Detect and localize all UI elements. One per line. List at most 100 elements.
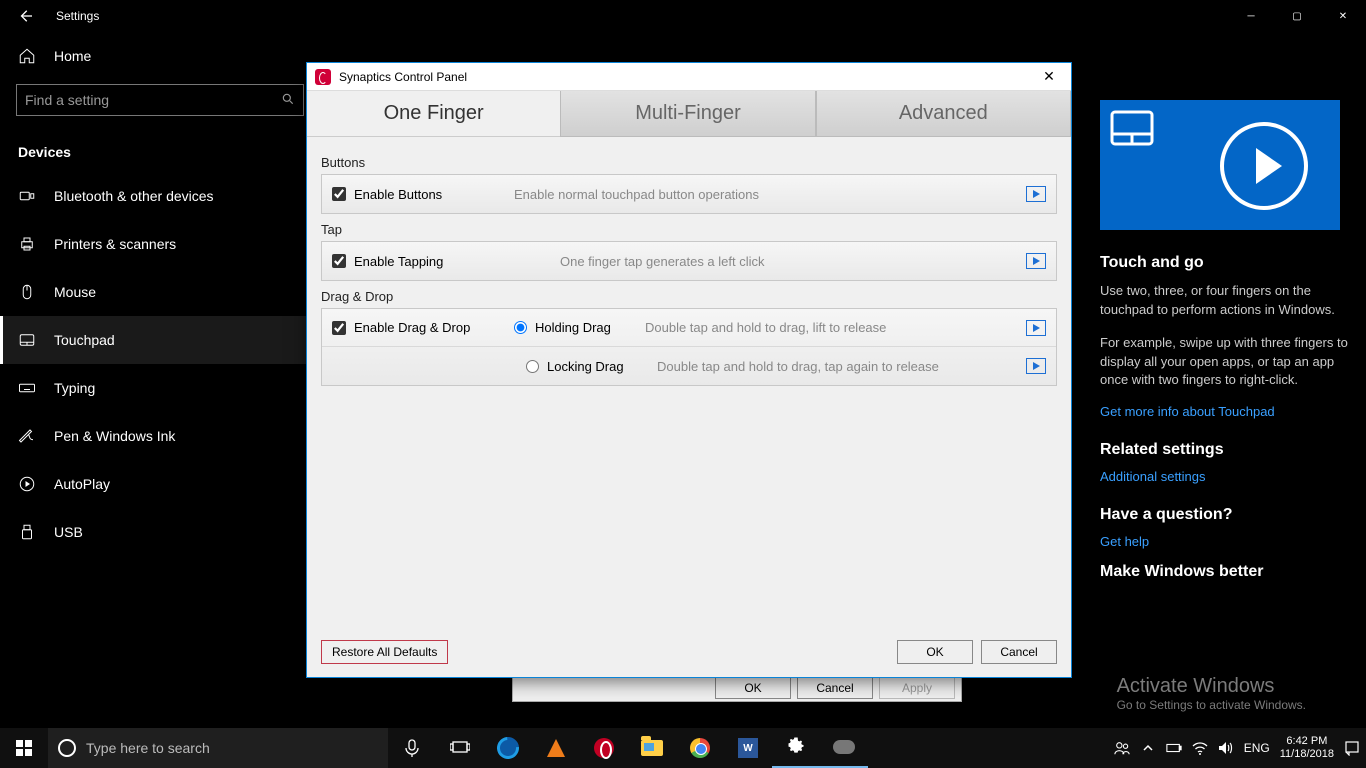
video-demo-icon[interactable] [1026, 186, 1046, 202]
nav-label: Touchpad [54, 332, 115, 348]
close-button[interactable]: ✕ [1320, 0, 1366, 32]
pen-icon [18, 427, 36, 445]
enable-tapping-checkbox[interactable] [332, 254, 346, 268]
folder-icon [641, 740, 663, 756]
taskbar-app-synaptics[interactable] [820, 728, 868, 768]
holding-drag-desc: Double tap and hold to drag, lift to rel… [645, 320, 1020, 335]
settings-search[interactable]: Find a setting [16, 84, 304, 116]
row-enable-buttons: Enable Buttons Enable normal touchpad bu… [322, 175, 1056, 213]
maximize-button[interactable]: ▢ [1274, 0, 1320, 32]
taskbar-app-vlc[interactable] [532, 728, 580, 768]
taskbar-app-chrome[interactable] [676, 728, 724, 768]
taskbar-app-settings[interactable] [772, 728, 820, 768]
synaptics-titlebar: Synaptics Control Panel ✕ [307, 63, 1071, 91]
nav-printers[interactable]: Printers & scanners [0, 220, 320, 268]
tray-clock[interactable]: 6:42 PM 11/18/2018 [1280, 735, 1334, 760]
tray-language[interactable]: ENG [1244, 741, 1270, 755]
tray-people-icon[interactable] [1114, 740, 1130, 756]
tray-battery-icon[interactable] [1166, 740, 1182, 756]
video-demo-icon[interactable] [1026, 253, 1046, 269]
nav-usb[interactable]: USB [0, 508, 320, 556]
synaptics-title: Synaptics Control Panel [339, 70, 467, 84]
taskbar: Type here to search W ENG 6:42 PM 11/18/… [0, 728, 1366, 768]
holding-drag-radio[interactable] [514, 321, 527, 334]
synaptics-close-button[interactable]: ✕ [1035, 68, 1063, 85]
nav-label: Printers & scanners [54, 236, 176, 252]
tray-chevron-up-icon[interactable] [1140, 740, 1156, 756]
tray-volume-icon[interactable] [1218, 740, 1234, 756]
category-header: Devices [0, 134, 320, 172]
row-enable-drag: Enable Drag & Drop Holding Drag Double t… [322, 309, 1056, 347]
locking-drag-label: Locking Drag [547, 359, 657, 374]
nav-bluetooth[interactable]: Bluetooth & other devices [0, 172, 320, 220]
nav-mouse[interactable]: Mouse [0, 268, 320, 316]
mprop-cancel-button[interactable]: Cancel [797, 677, 873, 699]
touchpad-info-link[interactable]: Get more info about Touchpad [1100, 404, 1350, 419]
section-tap-header: Tap [321, 222, 1057, 237]
taskbar-app-edge[interactable] [484, 728, 532, 768]
additional-settings-link[interactable]: Additional settings [1100, 469, 1350, 484]
autoplay-icon [18, 475, 36, 493]
enable-buttons-label: Enable Buttons [354, 187, 514, 202]
mprop-ok-button[interactable]: OK [715, 677, 791, 699]
task-view-button[interactable] [436, 740, 484, 756]
start-button[interactable] [0, 728, 48, 768]
minimize-button[interactable]: ─ [1228, 0, 1274, 32]
touchpad-video-tile[interactable] [1100, 100, 1340, 230]
touchpad-icon [18, 331, 36, 349]
tray-time: 6:42 PM [1280, 735, 1334, 748]
nav-label: Pen & Windows Ink [54, 428, 175, 444]
nav-label: Typing [54, 380, 95, 396]
section-buttons: Enable Buttons Enable normal touchpad bu… [321, 174, 1057, 214]
taskbar-app-opera[interactable] [580, 728, 628, 768]
printer-icon [18, 235, 36, 253]
get-help-link[interactable]: Get help [1100, 534, 1350, 549]
nav-label: AutoPlay [54, 476, 110, 492]
synaptics-dialog: Synaptics Control Panel ✕ One Finger Mul… [306, 62, 1072, 678]
settings-title: Settings [56, 9, 99, 23]
tab-advanced[interactable]: Advanced [816, 91, 1071, 137]
video-demo-icon[interactable] [1026, 320, 1046, 336]
enable-buttons-checkbox[interactable] [332, 187, 346, 201]
nav-label: Mouse [54, 284, 96, 300]
word-icon: W [738, 738, 758, 758]
row-enable-tapping: Enable Tapping One finger tap generates … [322, 242, 1056, 280]
touchpad-tile-icon [1110, 110, 1154, 146]
nav-touchpad[interactable]: Touchpad [0, 316, 320, 364]
synaptics-body: Buttons Enable Buttons Enable normal tou… [307, 137, 1071, 386]
mic-button[interactable] [388, 739, 436, 757]
locking-drag-radio[interactable] [526, 360, 539, 373]
related-heading: Related settings [1100, 441, 1350, 459]
tab-one-finger[interactable]: One Finger [307, 91, 560, 137]
taskbar-search-placeholder: Type here to search [86, 740, 210, 756]
nav-pen[interactable]: Pen & Windows Ink [0, 412, 320, 460]
syn-ok-button[interactable]: OK [897, 640, 973, 664]
home-nav[interactable]: Home [0, 36, 320, 76]
synaptics-logo-icon [315, 69, 331, 85]
keyboard-icon [18, 379, 36, 397]
locking-drag-desc: Double tap and hold to drag, tap again t… [657, 359, 1020, 374]
synaptics-tabs: One Finger Multi-Finger Advanced [307, 91, 1071, 137]
settings-aside: Touch and go Use two, three, or four fin… [1100, 100, 1350, 591]
tray-wifi-icon[interactable] [1192, 740, 1208, 756]
taskbar-search[interactable]: Type here to search [48, 728, 388, 768]
video-demo-icon[interactable] [1026, 358, 1046, 374]
enable-drag-checkbox[interactable] [332, 321, 346, 335]
synaptics-footer: Restore All Defaults OK Cancel [307, 627, 1071, 677]
enable-tapping-desc: One finger tap generates a left click [560, 254, 1020, 269]
back-button[interactable] [18, 9, 32, 23]
nav-typing[interactable]: Typing [0, 364, 320, 412]
restore-defaults-button[interactable]: Restore All Defaults [321, 640, 448, 664]
nav-autoplay[interactable]: AutoPlay [0, 460, 320, 508]
enable-drag-label: Enable Drag & Drop [354, 320, 514, 335]
taskbar-app-explorer[interactable] [628, 728, 676, 768]
mprop-apply-button[interactable]: Apply [879, 677, 955, 699]
aside-text: Use two, three, or four fingers on the t… [1100, 282, 1350, 320]
aside-text: For example, swipe up with three fingers… [1100, 334, 1350, 391]
syn-cancel-button[interactable]: Cancel [981, 640, 1057, 664]
vlc-icon [547, 739, 565, 757]
taskbar-app-word[interactable]: W [724, 728, 772, 768]
tab-multi-finger[interactable]: Multi-Finger [560, 91, 815, 137]
section-drag-header: Drag & Drop [321, 289, 1057, 304]
tray-notifications-icon[interactable] [1344, 740, 1360, 756]
